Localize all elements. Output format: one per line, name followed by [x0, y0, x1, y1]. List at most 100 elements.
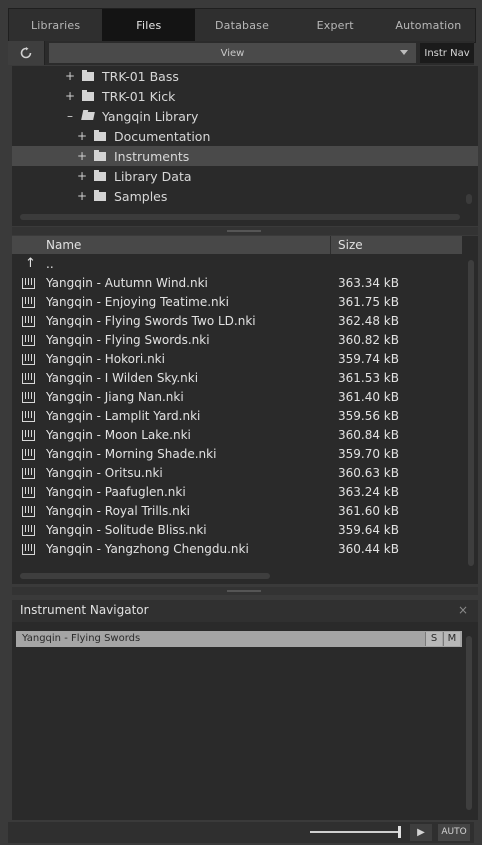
tree-item-label: Instruments [114, 148, 190, 164]
instrument-file-icon [22, 544, 35, 555]
expand-icon[interactable]: + [76, 189, 88, 203]
file-row[interactable]: Yangqin - Morning Shade.nki 359.70 kB [12, 445, 462, 464]
folder-tree: + TRK-01 Bass + TRK-01 Kick – Yangqin Li… [12, 66, 478, 226]
file-row[interactable]: Yangqin - Hokori.nki 359.74 kB [12, 350, 462, 369]
tree-item[interactable]: + TRK-01 Bass [12, 66, 478, 86]
refresh-icon [20, 47, 32, 59]
file-size: 360.82 kB [338, 333, 399, 347]
tree-item[interactable]: + Library Data [12, 166, 478, 186]
folder-icon [94, 149, 106, 161]
instrument-file-icon [22, 506, 35, 517]
file-row[interactable]: Yangqin - Oritsu.nki 360.63 kB [12, 464, 462, 483]
bottom-bar: ▶ AUTO [8, 822, 474, 843]
chevron-down-icon [400, 50, 408, 55]
file-row[interactable]: Yangqin - Jiang Nan.nki 361.40 kB [12, 388, 462, 407]
instrument-file-icon [22, 430, 35, 441]
volume-slider-track[interactable] [310, 831, 400, 833]
navigator-instrument-item[interactable]: Yangqin - Flying Swords S M [16, 631, 462, 647]
expand-icon[interactable]: + [64, 89, 76, 103]
tree-item[interactable]: + Samples [12, 186, 478, 206]
file-name: Yangqin - Paafuglen.nki [46, 485, 186, 499]
file-name: Yangqin - Jiang Nan.nki [46, 390, 184, 404]
instrument-file-icon [22, 373, 35, 384]
browser-panel: Libraries Files Database Expert Automati… [0, 0, 482, 845]
mute-button[interactable]: M [443, 632, 460, 646]
file-size: 363.24 kB [338, 485, 399, 499]
tree-item-label: TRK-01 Kick [102, 88, 176, 104]
tree-item[interactable]: + Documentation [12, 126, 478, 146]
file-row[interactable]: Yangqin - Solitude Bliss.nki 359.64 kB [12, 521, 462, 540]
tree-item[interactable]: – Yangqin Library [12, 106, 478, 126]
refresh-button[interactable] [8, 41, 45, 65]
folder-open-icon [81, 112, 95, 120]
tab-libraries[interactable]: Libraries [9, 9, 102, 42]
file-row[interactable]: Yangqin - Yangzhong Chengdu.nki 360.44 kB [12, 540, 462, 559]
instrument-navigator: Instrument Navigator × Yangqin - Flying … [12, 600, 478, 820]
file-name: Yangqin - Lamplit Yard.nki [46, 409, 201, 423]
tab-expert[interactable]: Expert [289, 9, 382, 42]
list-horizontal-scrollbar[interactable] [20, 573, 270, 579]
navigator-vertical-scrollbar[interactable] [466, 636, 472, 810]
tab-files[interactable]: Files [102, 9, 196, 42]
navigator-title: Instrument Navigator [20, 603, 149, 617]
tree-vertical-scrollbar[interactable] [466, 194, 472, 204]
volume-slider-thumb[interactable] [398, 826, 401, 838]
pane-splitter[interactable] [12, 587, 478, 595]
tree-item[interactable]: + TRK-01 Kick [12, 86, 478, 106]
file-row[interactable]: Yangqin - Autumn Wind.nki 363.34 kB [12, 274, 462, 293]
file-row[interactable]: Yangqin - Moon Lake.nki 360.84 kB [12, 426, 462, 445]
play-button[interactable]: ▶ [410, 824, 432, 841]
expand-icon[interactable]: + [76, 149, 88, 163]
file-name: Yangqin - Yangzhong Chengdu.nki [46, 542, 249, 556]
expand-icon[interactable]: + [76, 129, 88, 143]
file-size: 359.70 kB [338, 447, 399, 461]
expand-icon[interactable]: + [76, 169, 88, 183]
instr-nav-button[interactable]: Instr Nav [420, 43, 474, 63]
file-row[interactable]: Yangqin - Enjoying Teatime.nki 361.75 kB [12, 293, 462, 312]
instrument-file-icon [22, 297, 35, 308]
file-row[interactable]: Yangqin - Royal Trills.nki 361.60 kB [12, 502, 462, 521]
file-name: Yangqin - Flying Swords Two LD.nki [46, 314, 256, 328]
file-name: Yangqin - Oritsu.nki [46, 466, 163, 480]
file-row[interactable]: Yangqin - Paafuglen.nki 363.24 kB [12, 483, 462, 502]
file-size: 359.56 kB [338, 409, 399, 423]
file-row[interactable]: Yangqin - Flying Swords Two LD.nki 362.48… [12, 312, 462, 331]
column-divider[interactable] [330, 236, 331, 254]
file-size: 361.75 kB [338, 295, 399, 309]
parent-folder-row[interactable]: ↑ .. [12, 255, 462, 274]
tree-item-label: Samples [114, 188, 168, 204]
tree-item-label: Library Data [114, 168, 192, 184]
collapse-icon[interactable]: – [64, 109, 76, 123]
instrument-file-icon [22, 316, 35, 327]
tree-item-label: Yangqin Library [102, 108, 199, 124]
file-row[interactable]: Yangqin - Flying Swords.nki 360.82 kB [12, 331, 462, 350]
file-name: Yangqin - Enjoying Teatime.nki [46, 295, 229, 309]
navigator-instrument-label: Yangqin - Flying Swords [22, 633, 141, 644]
expand-icon[interactable]: + [64, 69, 76, 83]
auto-button[interactable]: AUTO [438, 824, 470, 841]
list-vertical-scrollbar[interactable] [468, 260, 474, 566]
view-dropdown[interactable]: View [49, 43, 416, 63]
file-name: Yangqin - Morning Shade.nki [46, 447, 217, 461]
solo-button[interactable]: S [425, 632, 442, 646]
file-size: 360.84 kB [338, 428, 399, 442]
column-header-size[interactable]: Size [338, 238, 363, 252]
folder-icon [82, 69, 94, 81]
column-header-name[interactable]: Name [46, 238, 81, 252]
tree-item-label: Documentation [114, 128, 211, 144]
pane-splitter[interactable] [12, 227, 478, 235]
close-icon[interactable]: × [458, 603, 468, 617]
file-size: 359.64 kB [338, 523, 399, 537]
file-size: 360.44 kB [338, 542, 399, 556]
file-row[interactable]: Yangqin - I Wilden Sky.nki 361.53 kB [12, 369, 462, 388]
tree-horizontal-scrollbar[interactable] [20, 214, 460, 220]
view-dropdown-label: View [220, 47, 245, 59]
tab-automation[interactable]: Automation [382, 9, 475, 42]
parent-folder-label: .. [46, 257, 54, 271]
tree-item-selected[interactable]: + Instruments [12, 146, 478, 166]
file-size: 361.40 kB [338, 390, 399, 404]
tab-database[interactable]: Database [195, 9, 288, 42]
file-size: 361.53 kB [338, 371, 399, 385]
file-row[interactable]: Yangqin - Lamplit Yard.nki 359.56 kB [12, 407, 462, 426]
file-size: 360.63 kB [338, 466, 399, 480]
